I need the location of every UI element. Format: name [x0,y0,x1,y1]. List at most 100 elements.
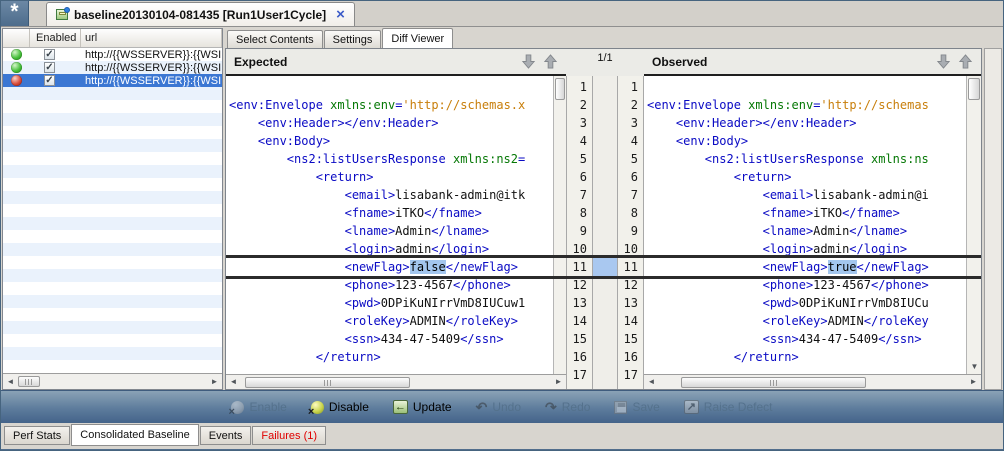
status-cell [3,321,30,334]
next-diff-button[interactable] [936,54,951,69]
url-cell [81,152,222,165]
scroll-right-icon[interactable]: ► [551,374,566,389]
line-number: 3 [618,114,638,132]
panel-scrollbar-track[interactable] [984,48,1002,390]
line-number: 15 [618,330,638,348]
redo-icon: ↷ [545,400,557,414]
table-hscrollbar[interactable]: ◄ ► [3,373,222,389]
code-line: <lname>Admin</lname> [229,222,553,240]
line-number: 14 [618,312,638,330]
document-tab[interactable]: baseline20130104-081435 [Run1User1Cycle]… [46,2,355,26]
status-cell [3,165,30,178]
column-header-enabled[interactable]: Enabled [30,29,81,47]
code-line: <email>lisabank-admin@itk [229,186,553,204]
status-cell [3,100,30,113]
enabled-cell [30,139,81,152]
scrollbar-thumb[interactable] [968,78,980,100]
observed-hscrollbar[interactable]: ◄ ► [644,374,981,389]
table-row-empty [3,100,222,113]
enabled-cell [30,204,81,217]
url-cell [81,295,222,308]
enabled-checkbox[interactable]: ✓ [44,75,55,86]
column-header-status[interactable] [3,29,30,47]
scrollbar-thumb[interactable] [245,377,410,388]
prev-diff-button[interactable] [958,54,973,69]
code-line: <ns2:listUsersResponse xmlns:ns2= [229,150,553,168]
bottom-tab-events[interactable]: Events [200,426,252,445]
app-menu-button[interactable]: * [1,0,29,26]
line-number: 13 [618,294,638,312]
close-icon[interactable]: × [336,7,345,22]
line-number: 6 [618,168,638,186]
scroll-left-icon[interactable]: ◄ [644,374,659,389]
bottom-tab-failures-1[interactable]: Failures (1) [252,426,326,445]
status-cell [3,256,30,269]
next-diff-button[interactable] [521,54,536,69]
scroll-left-icon[interactable]: ◄ [3,374,18,390]
scroll-right-icon[interactable]: ► [966,374,981,389]
enabled-cell [30,321,81,334]
expected-vscrollbar[interactable] [553,76,566,374]
line-number: 16 [618,348,638,366]
save-button[interactable]: Save [610,398,663,416]
enabled-cell [30,165,81,178]
bottom-tab-consolidated-baseline[interactable]: Consolidated Baseline [71,424,198,446]
diff-viewer-panel: Expected 1/1 Observed [225,48,1002,390]
status-cell [3,191,30,204]
observed-pane: <env:Envelope xmlns:env='http://schemas … [644,76,981,389]
status-cell [3,230,30,243]
expected-title: Expected [234,55,287,69]
raise-defect-icon: ↗ [684,400,699,414]
tab-diff-viewer[interactable]: Diff Viewer [382,28,453,48]
code-line: <fname>iTKO</fname> [647,204,966,222]
url-cell [81,269,222,282]
column-header-url[interactable]: url [81,29,222,47]
line-number: 6 [567,168,587,186]
enabled-cell [30,230,81,243]
scroll-left-icon[interactable]: ◄ [226,374,241,389]
scroll-down-icon[interactable]: ▼ [967,360,981,374]
code-line [229,366,553,374]
url-cell [81,178,222,191]
bottom-tab-perf-stats[interactable]: Perf Stats [4,426,70,445]
table-row[interactable]: ✓ http://{{WSSERVER}}:{{WSI [3,61,222,74]
enabled-cell [30,100,81,113]
table-row-empty [3,282,222,295]
enabled-checkbox[interactable]: ✓ [44,49,55,60]
scrollbar-thumb[interactable] [555,78,565,100]
url-cell [81,308,222,321]
tab-settings[interactable]: Settings [324,30,382,48]
application-window: * baseline20130104-081435 [Run1User1Cycl… [0,0,1004,451]
status-cell [3,113,30,126]
undo-button[interactable]: ↶Undo [472,398,525,416]
table-row[interactable]: ✓http://{{WSSERVER}}:{{WSI [3,48,222,61]
raise-defect-button[interactable]: ↗Raise Defect [680,398,777,416]
expected-hscrollbar[interactable]: ◄ ► [226,374,566,389]
bottom-tab-bar: Perf StatsConsolidated BaselineEventsFai… [1,423,1003,449]
scrollbar-thumb[interactable] [18,376,40,387]
observed-code[interactable]: <env:Envelope xmlns:env='http://schemas … [644,76,966,374]
document-tab-label: baseline20130104-081435 [Run1User1Cycle] [74,8,326,22]
url-cell: http://{{WSSERVER}}:{{WSI [81,61,222,74]
code-line [647,78,966,96]
redo-button[interactable]: ↷Redo [541,398,594,416]
enable-button[interactable]: ×Enable [227,398,290,416]
prev-diff-button[interactable] [543,54,558,69]
scrollbar-thumb[interactable] [681,377,866,388]
table-row-empty [3,269,222,282]
line-number: 3 [567,114,587,132]
status-cell [3,204,30,217]
table-row[interactable]: ✓http://{{WSSERVER}}:{{WSI [3,74,222,87]
tab-select-contents[interactable]: Select Contents [227,30,323,48]
observed-vscrollbar[interactable]: ▼ [966,76,981,374]
expected-code[interactable]: <env:Envelope xmlns:env='http://schemas.… [226,76,553,374]
disable-button[interactable]: ×Disable [307,398,373,416]
line-gutter-right: 1234567891011121314151617 [617,76,644,389]
button-label: Disable [329,400,369,414]
line-number: 5 [618,150,638,168]
enabled-checkbox[interactable]: ✓ [44,62,55,73]
code-line: <env:Envelope xmlns:env='http://schemas [647,96,966,114]
scroll-right-icon[interactable]: ► [207,374,222,390]
update-button[interactable]: ←Update [389,398,456,416]
enabled-cell [30,282,81,295]
